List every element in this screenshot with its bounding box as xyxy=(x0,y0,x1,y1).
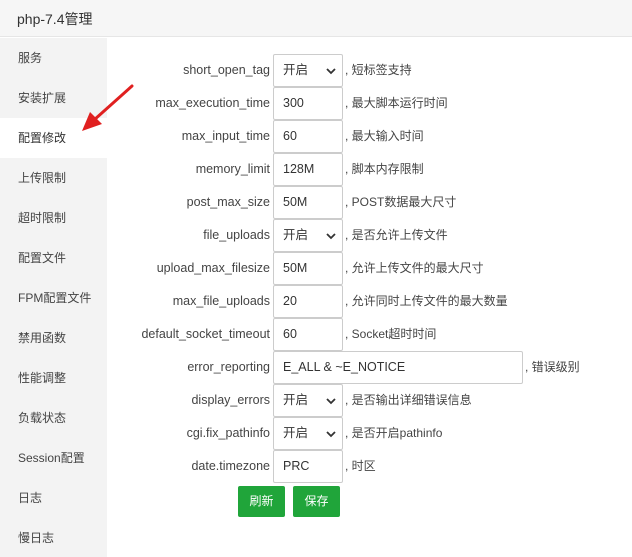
setting-label: max_execution_time xyxy=(155,96,270,110)
setting-row-cgi-fix-pathinfo: cgi.fix_pathinfo 开启 , 是否开启pathinfo xyxy=(107,417,632,450)
select-value: 开启 xyxy=(283,393,309,407)
setting-row-error-reporting: error_reporting E_ALL & ~E_NOTICE , 错误级别 xyxy=(107,351,632,384)
select-value: 开启 xyxy=(283,228,309,242)
sidebar-item-fpm-config-file[interactable]: FPM配置文件 xyxy=(0,278,107,318)
chevron-down-icon xyxy=(326,431,336,438)
select-value: 开启 xyxy=(283,63,309,77)
setting-label: date.timezone xyxy=(191,459,270,473)
max-file-uploads-input[interactable]: 20 xyxy=(273,285,343,318)
setting-row-file-uploads: file_uploads 开启 , 是否允许上传文件 xyxy=(107,219,632,252)
setting-note: , 是否开启pathinfo xyxy=(345,426,443,440)
window-titlebar: php-7.4管理 xyxy=(0,0,632,37)
sidebar-item-log[interactable]: 日志 xyxy=(0,478,107,518)
setting-label: error_reporting xyxy=(187,360,270,374)
setting-row-max-execution-time: max_execution_time 300 , 最大脚本运行时间 xyxy=(107,87,632,120)
setting-note: , 最大脚本运行时间 xyxy=(345,96,448,110)
refresh-button[interactable]: 刷新 xyxy=(238,486,285,517)
setting-label: max_file_uploads xyxy=(172,294,270,308)
error-reporting-input[interactable]: E_ALL & ~E_NOTICE xyxy=(273,351,523,384)
setting-label: display_errors xyxy=(191,393,270,407)
sidebar-item-performance-tuning[interactable]: 性能调整 xyxy=(0,358,107,398)
save-button[interactable]: 保存 xyxy=(293,486,340,517)
setting-label: file_uploads xyxy=(203,228,270,242)
setting-label: default_socket_timeout xyxy=(141,327,270,341)
sidebar-item-service[interactable]: 服务 xyxy=(0,38,107,78)
setting-row-memory-limit: memory_limit 128M , 脚本内存限制 xyxy=(107,153,632,186)
sidebar-item-slow-log[interactable]: 慢日志 xyxy=(0,518,107,557)
sidebar-item-disabled-functions[interactable]: 禁用函数 xyxy=(0,318,107,358)
setting-note: , 错误级别 xyxy=(525,360,580,374)
sidebar-item-timeout-limit[interactable]: 超时限制 xyxy=(0,198,107,238)
post-max-size-input[interactable]: 50M xyxy=(273,186,343,219)
setting-row-display-errors: display_errors 开启 , 是否输出详细错误信息 xyxy=(107,384,632,417)
setting-note: , 短标签支持 xyxy=(345,63,412,77)
sidebar-item-session-config[interactable]: Session配置 xyxy=(0,438,107,478)
file-uploads-select[interactable]: 开启 xyxy=(273,219,343,252)
setting-row-max-input-time: max_input_time 60 , 最大输入时间 xyxy=(107,120,632,153)
max-execution-time-input[interactable]: 300 xyxy=(273,87,343,120)
setting-note: , 允许同时上传文件的最大数量 xyxy=(345,294,508,308)
date-timezone-input[interactable]: PRC xyxy=(273,450,343,483)
memory-limit-input[interactable]: 128M xyxy=(273,153,343,186)
window-title: php-7.4管理 xyxy=(17,11,93,27)
setting-note: , Socket超时时间 xyxy=(345,327,437,341)
sidebar-item-upload-limit[interactable]: 上传限制 xyxy=(0,158,107,198)
chevron-down-icon xyxy=(326,233,336,240)
short-open-tag-select[interactable]: 开启 xyxy=(273,54,343,87)
setting-row-short-open-tag: short_open_tag 开启 , 短标签支持 xyxy=(107,54,632,87)
setting-label: max_input_time xyxy=(181,129,270,143)
setting-note: , 时区 xyxy=(345,459,376,473)
config-form: short_open_tag 开启 , 短标签支持 max_execution_… xyxy=(107,38,632,557)
setting-row-max-file-uploads: max_file_uploads 20 , 允许同时上传文件的最大数量 xyxy=(107,285,632,318)
setting-note: , 脚本内存限制 xyxy=(345,162,424,176)
setting-label: memory_limit xyxy=(195,162,270,176)
sidebar-item-config-file[interactable]: 配置文件 xyxy=(0,238,107,278)
display-errors-select[interactable]: 开启 xyxy=(273,384,343,417)
upload-max-filesize-input[interactable]: 50M xyxy=(273,252,343,285)
max-input-time-input[interactable]: 60 xyxy=(273,120,343,153)
setting-label: cgi.fix_pathinfo xyxy=(186,426,270,440)
setting-label: post_max_size xyxy=(186,195,270,209)
chevron-down-icon xyxy=(326,398,336,405)
setting-note: , 允许上传文件的最大尺寸 xyxy=(345,261,484,275)
setting-note: , 是否输出详细错误信息 xyxy=(345,393,472,407)
setting-label: short_open_tag xyxy=(183,63,270,77)
setting-row-default-socket-timeout: default_socket_timeout 60 , Socket超时时间 xyxy=(107,318,632,351)
setting-row-date-timezone: date.timezone PRC , 时区 xyxy=(107,450,632,483)
setting-note: , 是否允许上传文件 xyxy=(345,228,448,242)
cgi-fix-pathinfo-select[interactable]: 开启 xyxy=(273,417,343,450)
sidebar-item-load-status[interactable]: 负载状态 xyxy=(0,398,107,438)
chevron-down-icon xyxy=(326,68,336,75)
setting-note: , 最大输入时间 xyxy=(345,129,424,143)
setting-note: , POST数据最大尺寸 xyxy=(345,195,457,209)
setting-row-upload-max-filesize: upload_max_filesize 50M , 允许上传文件的最大尺寸 xyxy=(107,252,632,285)
default-socket-timeout-input[interactable]: 60 xyxy=(273,318,343,351)
setting-label: upload_max_filesize xyxy=(156,261,270,275)
setting-row-post-max-size: post_max_size 50M , POST数据最大尺寸 xyxy=(107,186,632,219)
select-value: 开启 xyxy=(283,426,309,440)
